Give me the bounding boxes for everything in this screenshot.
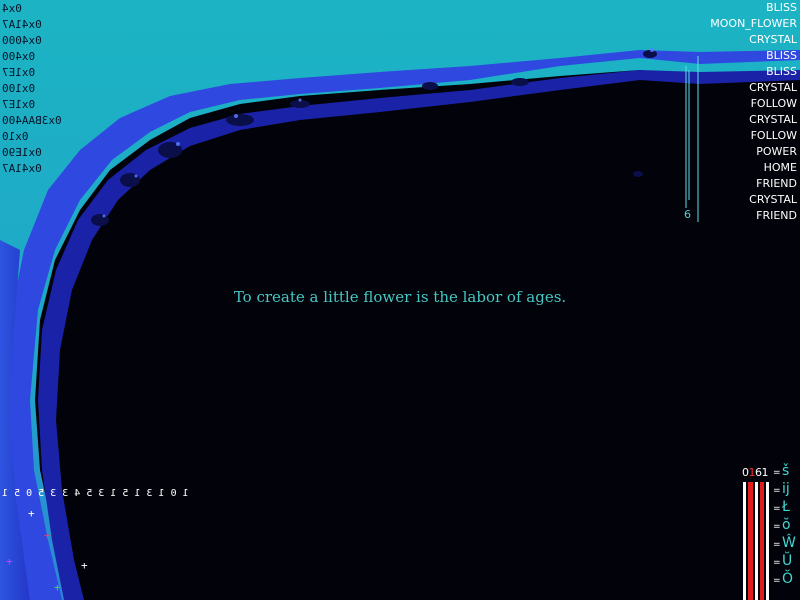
glyph-row: =ŏ <box>773 517 791 533</box>
hex-readout: 0x3BAA400 <box>2 114 62 127</box>
glyph-row: =ĳ <box>773 481 790 497</box>
glyph-icon: ŏ <box>782 517 791 533</box>
hex-readout: 0x1E7 <box>2 66 36 79</box>
word-item[interactable]: FOLLOW <box>710 96 797 112</box>
glyph-icon: Ł <box>782 499 790 515</box>
sparkle-icon: + <box>81 559 88 572</box>
word-item[interactable]: POWER <box>710 144 797 160</box>
word-item[interactable]: HOME <box>710 160 797 176</box>
word-inventory-list: BLISS MOON_FLOWER CRYSTAL BLISS BLISS CR… <box>710 0 797 224</box>
glyph-icon: Ŭ <box>782 553 793 569</box>
word-item[interactable]: CRYSTAL <box>710 80 797 96</box>
sparkle-icon: + <box>54 581 61 594</box>
hex-readout: 0x100 <box>2 82 36 95</box>
sparkle-icon: + <box>28 507 35 520</box>
word-item[interactable]: MOON_FLOWER <box>710 16 797 32</box>
word-item[interactable]: CRYSTAL <box>710 192 797 208</box>
meter-bar <box>760 482 764 600</box>
glyph-row: =Ŭ <box>773 553 793 569</box>
glyph-row: =Ŏ <box>773 571 794 587</box>
meter-bar <box>748 482 753 600</box>
word-item[interactable]: BLISS <box>710 64 797 80</box>
hex-readout: 0x10 <box>2 130 29 143</box>
glyph-icon: ĳ <box>782 481 790 497</box>
word-item[interactable]: FRIEND <box>710 208 797 224</box>
hex-readout: 0x41A7 <box>2 162 42 175</box>
glyph-row: =š <box>773 463 790 479</box>
sparkle-icon: + <box>6 555 13 568</box>
word-item[interactable]: CRYSTAL <box>710 32 797 48</box>
glyph-icon: Ŵ <box>782 535 796 551</box>
word-item[interactable]: CRYSTAL <box>710 112 797 128</box>
debug-hex-readouts: 0x4 0x41A7 0x4000 0x400 0x1E7 0x100 0x1E… <box>2 1 62 177</box>
meter-counter: 0161 <box>742 466 769 479</box>
game-viewport[interactable]: 0x4 0x41A7 0x4000 0x400 0x1E7 0x100 0x1E… <box>0 0 800 600</box>
hex-readout: 0x1E90 <box>2 146 42 159</box>
glyph-icon: š <box>782 463 790 479</box>
glyph-icon: Ŏ <box>782 571 794 587</box>
word-item[interactable]: BLISS <box>710 0 797 16</box>
meter-bar <box>755 482 758 600</box>
glyph-row: =Ł <box>773 499 790 515</box>
word-item[interactable]: FRIEND <box>710 176 797 192</box>
hex-readout: 0x1E7 <box>2 98 36 111</box>
glyph-row: =Ŵ <box>773 535 796 551</box>
hex-readout: 0x4 <box>2 2 22 15</box>
strand-count: 6 <box>684 208 691 221</box>
meter-bar <box>743 482 746 600</box>
sparkle-icon: + <box>44 529 51 542</box>
hex-readout: 0x41A7 <box>2 18 42 31</box>
debug-number-row: 1 0 1 3 1 5 1 3 5 4 3 3 5 0 5 1 <box>2 488 189 499</box>
quote-text: To create a little flower is the labor o… <box>233 288 567 306</box>
word-item[interactable]: BLISS <box>710 48 797 64</box>
word-item[interactable]: FOLLOW <box>710 128 797 144</box>
meter-bar <box>766 482 769 600</box>
hex-readout: 0x4000 <box>2 34 42 47</box>
hex-readout: 0x400 <box>2 50 36 63</box>
glyph-legend: =š =ĳ =Ł =ŏ =Ŵ =Ŭ =Ŏ <box>773 462 796 588</box>
